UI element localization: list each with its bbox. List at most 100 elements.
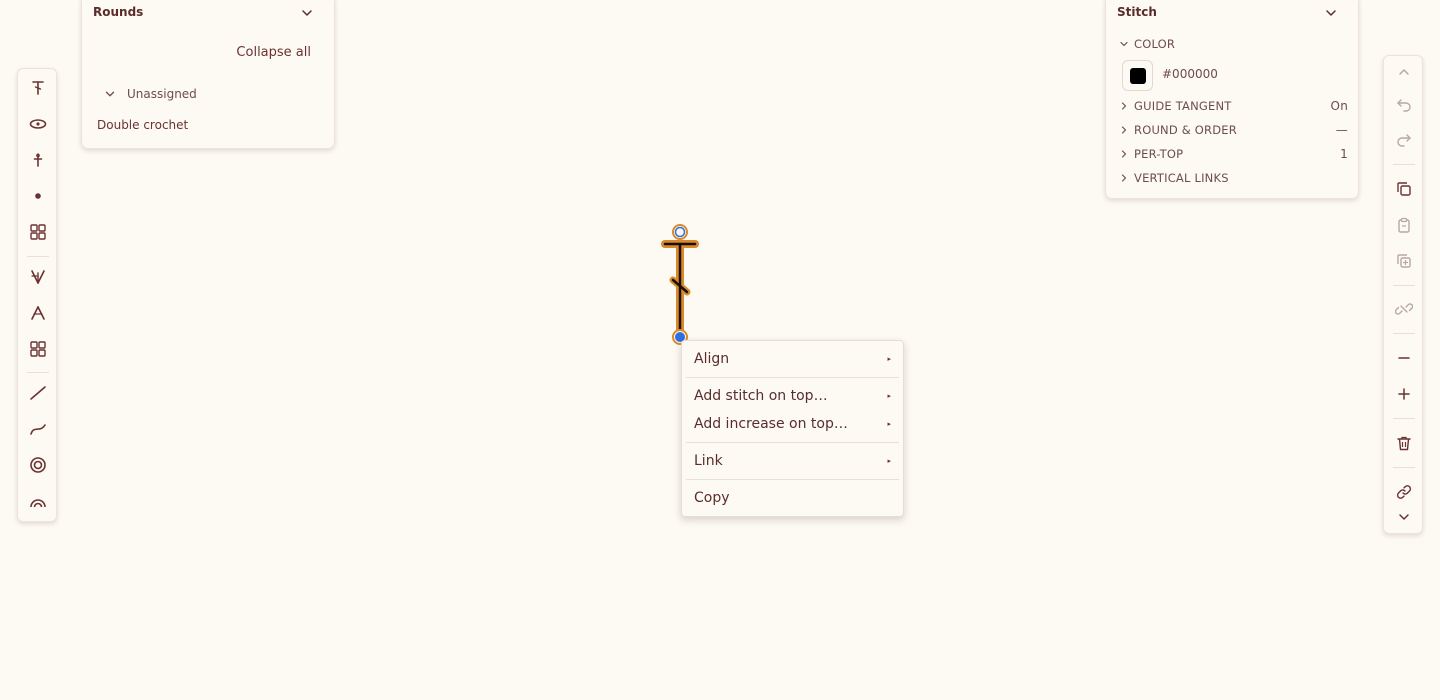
curve-tool[interactable]: [27, 418, 49, 440]
menu-item-copy[interactable]: Copy: [682, 485, 903, 511]
menu-item-align[interactable]: Align ▸: [682, 346, 903, 372]
line-tool[interactable]: [27, 382, 49, 404]
per-top-section-toggle[interactable]: PER-TOP 1: [1118, 146, 1348, 162]
section-label: VERTICAL LINKS: [1134, 171, 1229, 185]
double-crochet-tool[interactable]: [27, 77, 49, 99]
chevron-up-icon: [1399, 69, 1409, 75]
decrease-tool[interactable]: [27, 302, 49, 324]
unlink-button[interactable]: [1393, 298, 1415, 320]
section-label: ROUND & ORDER: [1134, 123, 1237, 137]
top-handle[interactable]: [672, 224, 688, 240]
section-label: GUIDE TANGENT: [1134, 99, 1232, 113]
collapse-all-button[interactable]: Collapse all: [236, 45, 311, 60]
chevron-right-icon: [1121, 174, 1127, 182]
decrease-icon: [31, 306, 45, 320]
zoom-in-button[interactable]: [1393, 383, 1415, 405]
copy-icon: [1397, 182, 1411, 196]
unassigned-group-toggle[interactable]: Unassigned: [103, 87, 197, 101]
paste-button[interactable]: [1393, 214, 1415, 236]
chevron-right-icon: [1121, 102, 1127, 110]
slip-stitch-tool[interactable]: [27, 185, 49, 207]
toolbar-divider: [1393, 418, 1415, 419]
guide-tangent-section-toggle[interactable]: GUIDE TANGENT On: [1118, 98, 1348, 114]
menu-item-label: Align: [694, 351, 730, 367]
section-value: On: [1330, 99, 1348, 113]
copy-button[interactable]: [1393, 178, 1415, 200]
selected-stitch[interactable]: [661, 240, 699, 338]
chevron-down-icon[interactable]: [299, 5, 315, 21]
scroll-down-button[interactable]: [1393, 506, 1415, 528]
curve-icon: [30, 424, 46, 435]
double-crochet-icon: [32, 81, 44, 95]
menu-divider: [686, 442, 899, 443]
dot-icon: [35, 193, 41, 199]
grid-icon: [30, 341, 46, 357]
toolbar-divider: [1393, 164, 1415, 165]
chevron-right-icon: [1121, 150, 1127, 158]
menu-divider: [686, 377, 899, 378]
chevron-down-icon: [105, 91, 115, 97]
line-icon: [30, 386, 46, 400]
menu-item-add-stitch-on-top[interactable]: Add stitch on top… ▸: [682, 383, 903, 409]
increase-tool[interactable]: [27, 266, 49, 288]
toolbar-divider: [1393, 333, 1415, 334]
grid-tool-2[interactable]: [27, 338, 49, 360]
menu-divider: [686, 479, 899, 480]
duplicate-icon: [1397, 254, 1411, 268]
chevron-down-icon: [1399, 514, 1409, 520]
menu-item-label: Add stitch on top…: [694, 388, 828, 404]
single-crochet-icon: [33, 153, 43, 167]
scroll-up-button[interactable]: [1393, 61, 1415, 83]
menu-item-link[interactable]: Link ▸: [682, 448, 903, 474]
chevron-down-icon[interactable]: [1323, 5, 1339, 21]
section-label: PER-TOP: [1134, 147, 1184, 161]
zoom-out-button[interactable]: [1393, 347, 1415, 369]
menu-item-label: Link: [694, 453, 723, 469]
toolbar-divider: [27, 256, 49, 257]
ring-icon: [30, 457, 46, 473]
ring-tool[interactable]: [27, 454, 49, 476]
color-swatch-button[interactable]: [1122, 60, 1153, 91]
redo-button[interactable]: [1393, 128, 1415, 150]
submenu-arrow-icon: ▸: [887, 457, 891, 465]
color-section-toggle[interactable]: COLOR: [1118, 36, 1348, 52]
undo-button[interactable]: [1393, 93, 1415, 115]
stitch-panel: Stitch COLOR #000000 GUIDE TANGENT On RO…: [1105, 0, 1359, 199]
arc-tool[interactable]: [27, 490, 49, 512]
link-button[interactable]: [1393, 481, 1415, 503]
color-swatch: [1129, 67, 1146, 84]
section-value: 1: [1340, 147, 1348, 161]
unlink-icon: [1395, 303, 1413, 315]
stitch-panel-title: Stitch: [1117, 5, 1157, 19]
unassigned-group-label: Unassigned: [127, 87, 197, 101]
delete-button[interactable]: [1393, 432, 1415, 454]
color-hex-value: #000000: [1162, 67, 1218, 81]
submenu-arrow-icon: ▸: [887, 355, 891, 363]
menu-item-label: Copy: [694, 490, 730, 506]
redo-icon: [1397, 134, 1411, 147]
chevron-down-icon: [1120, 41, 1128, 47]
toolbar-divider: [27, 372, 49, 373]
round-list-item[interactable]: Double crochet: [97, 118, 188, 132]
rounds-panel-title: Rounds: [93, 5, 144, 19]
chevron-right-icon: [1121, 126, 1127, 134]
round-order-section-toggle[interactable]: ROUND & ORDER —: [1118, 122, 1348, 138]
vertical-links-section-toggle[interactable]: VERTICAL LINKS: [1118, 170, 1348, 186]
undo-icon: [1397, 99, 1411, 112]
duplicate-button[interactable]: [1393, 250, 1415, 272]
rounds-panel: Rounds Collapse all Unassigned Double cr…: [81, 0, 335, 149]
oval-stitch-icon: [29, 119, 47, 129]
menu-item-label: Add increase on top…: [694, 416, 848, 432]
increase-icon: [31, 270, 45, 284]
actions-toolbar: [1383, 55, 1423, 534]
toolbar-divider: [1393, 285, 1415, 286]
grid-tool[interactable]: [27, 221, 49, 243]
arc-icon: [30, 499, 46, 508]
oval-stitch-tool[interactable]: [27, 113, 49, 135]
context-menu: Align ▸ Add stitch on top… ▸ Add increas…: [681, 340, 904, 517]
single-crochet-tool[interactable]: [27, 149, 49, 171]
menu-item-add-increase-on-top[interactable]: Add increase on top… ▸: [682, 411, 903, 437]
color-section-label: COLOR: [1134, 37, 1176, 51]
submenu-arrow-icon: ▸: [887, 392, 891, 400]
toolbar-divider: [1393, 467, 1415, 468]
